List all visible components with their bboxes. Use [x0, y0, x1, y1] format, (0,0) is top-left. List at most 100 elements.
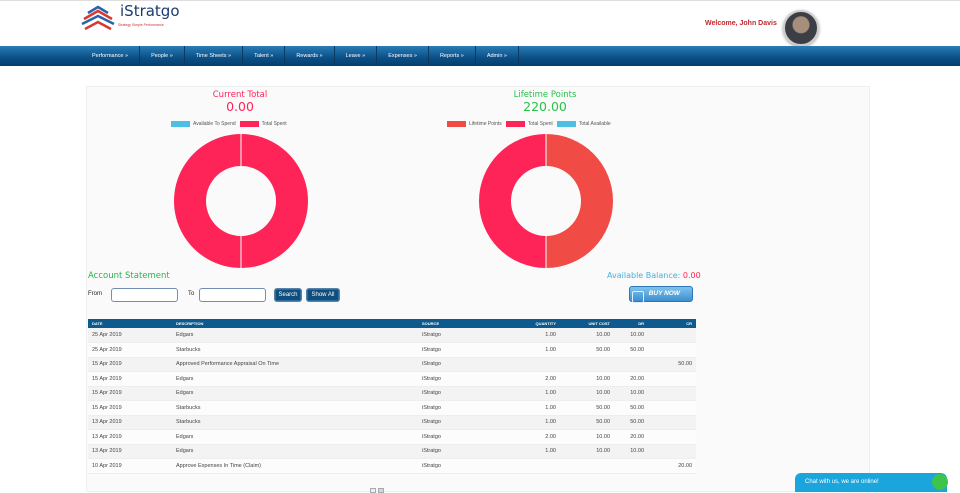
table-cell: 10.00 [560, 386, 614, 401]
table-cell: 2.00 [506, 429, 560, 445]
column-header[interactable]: DR [614, 319, 648, 328]
table-row[interactable]: 13 Apr 2019 Starbucks iStratgo 1.00 50.00 50.… [88, 415, 696, 430]
table-cell: 10.00 [614, 328, 648, 343]
to-date-input[interactable] [199, 288, 266, 302]
table-cell: 10.00 [560, 371, 614, 387]
legend-label: Total Available [578, 121, 611, 127]
table-cell: Starbucks [172, 342, 418, 358]
table-cell: Approve Expenses In Time (Claim) [172, 458, 418, 474]
current-total-header: Current Total 0.00 [190, 90, 290, 114]
table-cell: 10 Apr 2019 [88, 458, 172, 474]
lifetime-legend: Lifetime Points Total Spent Total Availa… [447, 121, 615, 127]
table-row[interactable]: 10 Apr 2019 Approve Expenses In Time (Cla… [88, 458, 696, 474]
donut-slice[interactable] [546, 134, 613, 268]
avatar[interactable] [783, 10, 819, 46]
from-label: From [88, 291, 102, 297]
table-cell: 13 Apr 2019 [88, 444, 172, 459]
column-header[interactable]: CR [648, 319, 696, 328]
table-cell: Edgars [172, 386, 418, 401]
table-row[interactable]: 15 Apr 2019 Edgars iStratgo 1.00 10.00 10.00 [88, 386, 696, 401]
table-cell: 15 Apr 2019 [88, 386, 172, 401]
table-cell: iStratgo [418, 371, 506, 387]
table-cell: 50.00 [614, 342, 648, 358]
legend-label: Total Spent [527, 121, 553, 127]
legend-item[interactable]: Total Spent [505, 121, 553, 127]
column-header[interactable]: DATE [88, 319, 172, 328]
pagination [370, 488, 384, 493]
legend-swatch [239, 121, 259, 127]
lifetime-points-header: Lifetime Points 220.00 [495, 90, 595, 114]
table-row[interactable]: 25 Apr 2019 Starbucks iStratgo 1.00 50.00 50.… [88, 342, 696, 358]
table-row[interactable]: 13 Apr 2019 Edgars iStratgo 2.00 10.00 20.00 [88, 429, 696, 445]
legend-label: Available To Spend [193, 121, 236, 127]
welcome-text: Welcome, John Davis [705, 20, 777, 27]
legend-item[interactable]: Total Available [556, 121, 611, 127]
table-cell [648, 400, 696, 416]
table-cell: 13 Apr 2019 [88, 429, 172, 445]
table-cell: 50.00 [614, 415, 648, 430]
nav-item[interactable]: Reports » [429, 46, 476, 66]
logo[interactable]: iStratgo Strategy Simple Performance [78, 3, 180, 37]
page-button[interactable] [370, 488, 376, 493]
table-cell: 50.00 [560, 342, 614, 358]
nav-item[interactable]: Leave » [335, 46, 378, 66]
table-cell: Starbucks [172, 400, 418, 416]
table-cell: iStratgo [418, 342, 506, 358]
table-cell: Edgars [172, 429, 418, 445]
table-cell: iStratgo [418, 357, 506, 372]
column-header[interactable]: UNIT COST [560, 319, 614, 328]
table-cell: iStratgo [418, 386, 506, 401]
nav-item[interactable]: Expenses » [377, 46, 429, 66]
lifetime-points-value: 220.00 [523, 99, 567, 114]
table-cell: iStratgo [418, 400, 506, 416]
cart-icon [632, 291, 644, 303]
table-cell: 10.00 [560, 429, 614, 445]
table-row[interactable]: 15 Apr 2019 Edgars iStratgo 2.00 10.00 20.00 [88, 371, 696, 387]
table-cell [648, 429, 696, 445]
legend-swatch [171, 121, 190, 127]
table-cell: iStratgo [418, 415, 506, 430]
table-cell [614, 458, 648, 474]
table-cell: iStratgo [418, 458, 506, 474]
nav-item[interactable]: Talent » [243, 46, 286, 66]
table-cell [506, 458, 560, 474]
legend-label: Total Spent [261, 121, 287, 127]
nav-item[interactable]: Performance » [80, 46, 141, 66]
table-cell: 50.00 [614, 400, 648, 416]
account-statement-title: Account Statement [88, 271, 170, 281]
show-all-button[interactable]: Show All [306, 288, 340, 302]
column-header[interactable]: QUANTITY [506, 319, 560, 328]
table-cell: 10.00 [614, 386, 648, 401]
table-row[interactable]: 13 Apr 2019 Edgars iStratgo 1.00 10.00 10.00 [88, 444, 696, 459]
table-cell: 10.00 [560, 328, 614, 343]
nav-item[interactable]: Time Sheets » [185, 46, 244, 66]
table-cell: iStratgo [418, 444, 506, 459]
search-button[interactable]: Search [274, 288, 302, 302]
table-cell: 25 Apr 2019 [88, 342, 172, 358]
table-cell: 13 Apr 2019 [88, 415, 172, 430]
nav-item[interactable]: People » [140, 46, 185, 66]
from-date-input[interactable] [111, 288, 178, 302]
table-row[interactable]: 15 Apr 2019 Starbucks iStratgo 1.00 50.00 50.… [88, 400, 696, 416]
legend-item[interactable]: Available To Spend [171, 121, 236, 127]
top-header: iStratgo Strategy Simple Performance Wel… [0, 0, 960, 46]
chat-widget[interactable]: Chat with us, we are online! [795, 473, 947, 492]
nav-item[interactable]: Rewards » [285, 46, 335, 66]
table-row[interactable]: 15 Apr 2019 Approved Performance Appraisa… [88, 357, 696, 372]
table-cell: 10.00 [614, 444, 648, 459]
page-button[interactable] [378, 488, 384, 493]
legend-item[interactable]: Lifetime Points [447, 121, 502, 127]
table-cell: 15 Apr 2019 [88, 400, 172, 416]
legend-item[interactable]: Total Spent [239, 121, 287, 127]
column-header[interactable]: SOURCE [418, 319, 506, 328]
table-cell: 1.00 [506, 400, 560, 416]
legend-swatch [505, 121, 525, 127]
table-cell [648, 328, 696, 343]
nav-item[interactable]: Admin » [476, 46, 519, 66]
column-header[interactable]: DESCRIPTION [172, 319, 418, 328]
table-row[interactable]: 25 Apr 2019 Edgars iStratgo 1.00 10.00 10.00 [88, 328, 696, 343]
table-cell: 2.00 [506, 371, 560, 387]
legend-swatch [447, 121, 466, 127]
statement-table: DATE DESCRIPTION SOURCE QUANTITY UNIT COST DR… [88, 319, 696, 474]
donut-slice[interactable] [479, 134, 546, 268]
